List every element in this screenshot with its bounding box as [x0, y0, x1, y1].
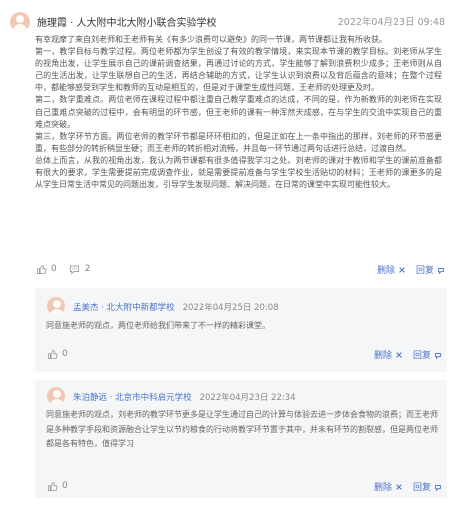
post-stats: 0 2 — [35, 263, 102, 275]
reply-icon — [435, 484, 441, 491]
delete-icon — [396, 483, 402, 490]
reply-avatar[interactable] — [47, 297, 65, 315]
reply-item: 朱泊静远 · 北京市中科启元学校 2022年04月23日 22:34 同意施老师的… — [35, 380, 447, 498]
delete-label: 删除 — [376, 266, 395, 276]
post-date: 2022年04月23日 09:48 — [337, 17, 445, 28]
reply-button[interactable]: 回复 — [413, 348, 442, 361]
delete-icon — [399, 266, 405, 273]
reply-header: 朱泊静远 · 北京市中科启元学校 2022年04月23日 22:34 — [73, 391, 296, 403]
reply-button[interactable]: 回复 — [416, 263, 445, 276]
post-body: 有幸观摩了来自刘老师和王老师有关《有多少浪费可以避免》的同一节课，两节课都让我有… — [35, 34, 442, 191]
like-count: 0 — [62, 349, 68, 359]
post-author[interactable]: 施理霞 · 人大附中北大附小联合实验学校 — [37, 14, 217, 29]
reply-text: 同意施老师的观点，两位老师给我们带来了不一样的精彩课堂。 — [46, 321, 270, 330]
reply-stats: 0 — [46, 480, 80, 492]
post-paragraph: 第二，数学重难点。两位老师在课程过程中都注重自己教学重难点的达成，不同的是，作为… — [35, 95, 442, 129]
author-avatar[interactable] — [10, 12, 30, 32]
post-paragraph: 第三，数学环节方面。两位老师的教学环节都是环环相扣的，但是正如在上一条中指出的那… — [35, 131, 442, 153]
reply-avatar[interactable] — [47, 387, 65, 405]
thumbs-up-icon[interactable] — [35, 263, 47, 275]
reply-author[interactable]: 朱泊静远 · 北京市中科启元学校 — [73, 393, 192, 403]
post-paragraph: 有幸观摩了来自刘老师和王老师有关《有多少浪费可以避免》的同一节课，两节课都让我有… — [35, 35, 387, 44]
reply-actions: 删除 回复 — [374, 348, 442, 361]
comment-icon[interactable] — [69, 263, 81, 275]
reply-label: 回复 — [412, 351, 431, 361]
reply-author[interactable]: 孟美杰 · 北大附中新都学校 — [73, 303, 175, 313]
thumbs-up-icon[interactable] — [46, 348, 58, 360]
post-paragraph: 总体上而言，从我的视角出发，我认为两节课都有很多值得我学习之处。刘老师的课对于教… — [35, 155, 442, 190]
like-count: 0 — [51, 264, 57, 274]
delete-label: 删除 — [373, 483, 392, 493]
delete-icon — [396, 351, 402, 358]
post-actions: 删除 回复 — [377, 263, 445, 276]
reply-label: 回复 — [412, 483, 431, 493]
reply-icon — [435, 352, 441, 359]
reply-item: 孟美杰 · 北大附中新都学校 2022年04月25日 20:08 同意施老师的观点… — [35, 288, 447, 372]
reply-label: 回复 — [415, 266, 434, 276]
reply-date: 2022年04月23日 22:34 — [199, 393, 296, 403]
reply-stats: 0 — [46, 348, 80, 360]
delete-label: 删除 — [373, 351, 392, 361]
reply-icon — [438, 267, 444, 274]
reply-button[interactable]: 回复 — [413, 480, 442, 493]
reply-header: 孟美杰 · 北大附中新都学校 2022年04月25日 20:08 — [73, 301, 279, 313]
comment-count: 2 — [84, 264, 91, 274]
delete-button[interactable]: 删除 — [374, 480, 403, 493]
reply-date: 2022年04月25日 20:08 — [182, 303, 279, 313]
like-count: 0 — [62, 481, 68, 491]
delete-button[interactable]: 删除 — [377, 263, 406, 276]
post-paragraph: 第一，教学目标与教学过程。两位老师都为学生创设了有效的教学情境，来实现本节课的教… — [35, 47, 442, 93]
delete-button[interactable]: 删除 — [374, 348, 403, 361]
reply-text: 同意施老师的观点，刘老师的教学环节更多是让学生通过自己的计算与体验去进一步体会食… — [46, 410, 438, 448]
thumbs-up-icon[interactable] — [46, 480, 58, 492]
reply-actions: 删除 回复 — [374, 480, 442, 493]
